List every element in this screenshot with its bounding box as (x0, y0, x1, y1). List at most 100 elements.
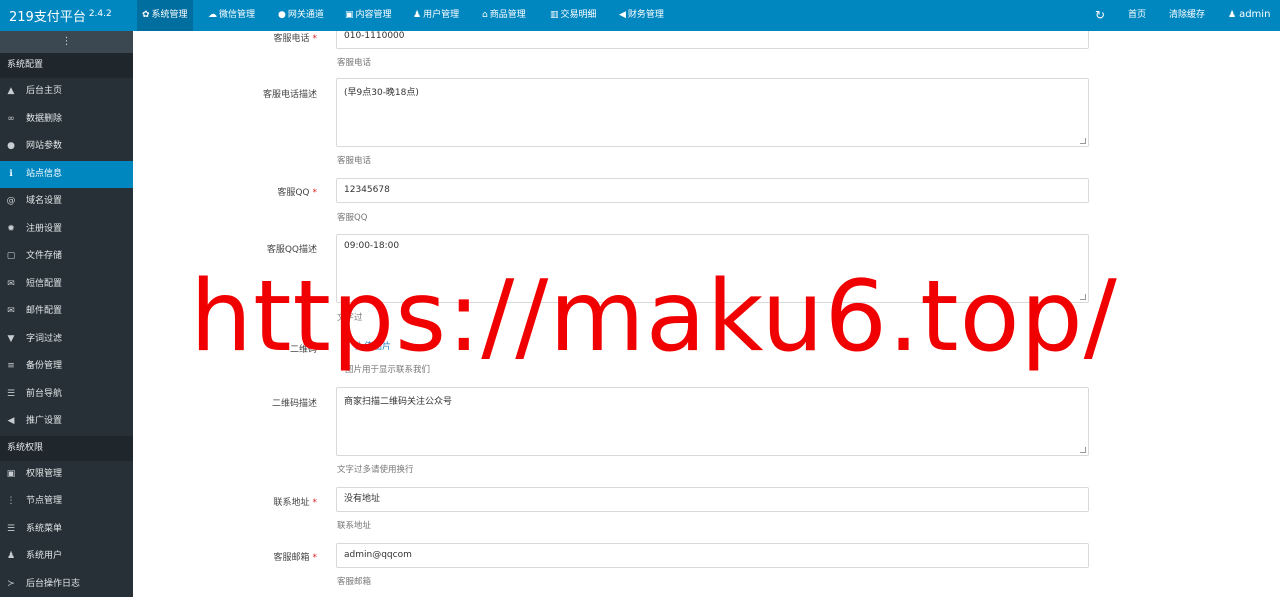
address-label: 联系地址 * (133, 495, 317, 508)
list-icon: ☰ (6, 523, 16, 534)
sidebar-item-label: 系统用户 (26, 551, 63, 561)
sidebar-item-label: 前台导航 (26, 388, 63, 399)
sidebar-item-label: 备份管理 (26, 361, 63, 371)
sidebar-item-oplog[interactable]: ≻ 后台操作日志 (0, 571, 133, 597)
top-menu-label: 网关通道 (287, 10, 324, 20)
top-menu-label: 商品管理 (489, 10, 526, 20)
phone-label-text: 客服电话 (273, 34, 310, 44)
required-mark: * (312, 553, 318, 563)
qrcode-desc-label: 二维码描述 (271, 399, 317, 409)
at-icon: @ (6, 196, 16, 206)
user-menu[interactable]: ♟ admin (1228, 0, 1270, 31)
address-help: 联系地址 (337, 521, 372, 531)
sidebar-item-label: 短信配置 (26, 278, 63, 289)
required-mark: * (312, 188, 318, 198)
sidebar-item-system-menu[interactable]: ☰ 系统菜单 (0, 516, 133, 544)
sidebar: ⋮ 系统配置 ▲ 后台主页 ∞ 数据删除 ● 网站参数 ℹ 站点信息 @ 域名设置 ✹ 注册… (0, 31, 133, 597)
gear-icon: ✿ (142, 10, 150, 20)
top-menu-transactions[interactable]: ▥ 交易明细 (545, 0, 602, 31)
content-icon: ▣ (345, 10, 354, 20)
sidebar-item-label: 权限管理 (26, 468, 63, 479)
brand-name: 219支付平台 (9, 10, 86, 25)
sidebar-item-sms[interactable]: ✉ 短信配置 (0, 271, 133, 299)
sidebar-item-backup[interactable]: ≡ 备份管理 (0, 353, 133, 381)
qq-input[interactable]: 12345678 (336, 178, 1089, 203)
phone-desc-label: 客服电话描述 (262, 90, 317, 100)
home-link[interactable]: 首页 (1128, 0, 1146, 31)
clear-cache-link[interactable]: 清除缓存 (1169, 0, 1205, 31)
top-menu-label: 用户管理 (423, 10, 460, 20)
sidebar-group-title: 系统权限 (0, 435, 133, 461)
envelope-icon: ✉ (7, 278, 15, 289)
terminal-icon: ≻ (7, 578, 15, 589)
qq-desc-label: 客服QQ描述 (266, 245, 317, 255)
sidebar-item-label: 域名设置 (26, 196, 63, 206)
gateway-icon: ● (278, 10, 286, 20)
sidebar-item-label: 后台操作日志 (26, 578, 81, 589)
sidebar-item-site-params[interactable]: ● 网站参数 (0, 133, 133, 161)
envelope-icon: ✉ (7, 306, 15, 316)
link-icon: ∞ (7, 113, 15, 124)
qrcode-desc-textarea[interactable]: 商家扫描二维码关注公众号 (336, 387, 1089, 456)
qrcode-desc-help: 文字过多请使用换行 (337, 465, 414, 475)
sidebar-toggle-icon[interactable]: ⋮ (0, 31, 133, 53)
sidebar-item-domain[interactable]: @ 域名设置 (0, 188, 133, 216)
brand-logo[interactable]: 219支付平台 2.4.2 (9, 6, 112, 25)
top-menu-gateway[interactable]: ● 网关通道 (273, 0, 329, 31)
top-menu-label: 微信管理 (219, 10, 256, 20)
sidebar-item-nodes[interactable]: ⋮ 节点管理 (0, 488, 133, 516)
sidebar-item-email[interactable]: ✉ 邮件配置 (0, 298, 133, 326)
sidebar-item-register[interactable]: ✹ 注册设置 (0, 216, 133, 244)
sidebar-item-word-filter[interactable]: ▼ 字词过滤 (0, 326, 133, 354)
info-icon: ℹ (9, 168, 13, 179)
sidebar-item-label: 节点管理 (26, 496, 63, 506)
top-menu-label: 交易明细 (560, 10, 597, 20)
sidebar-item-label: 系统菜单 (26, 523, 63, 534)
email-help: 客服邮箱 (337, 577, 372, 587)
sidebar-item-promotion[interactable]: ◀ 推广设置 (0, 408, 133, 436)
address-input[interactable]: 没有地址 (336, 487, 1089, 512)
top-menu-label: 内容管理 (355, 10, 392, 20)
user-name: admin (1239, 9, 1271, 20)
database-icon: ≡ (7, 361, 15, 371)
sidebar-item-site-info[interactable]: ℹ 站点信息 (0, 160, 133, 188)
users-icon: ♟ (6, 551, 16, 561)
top-menu-label: 财务管理 (627, 10, 664, 20)
menu-icon: ☰ (6, 388, 16, 399)
phone-desc-textarea[interactable]: (早9点30-晚18点) (336, 78, 1089, 147)
sidebar-item-label: 推广设置 (26, 416, 63, 426)
refresh-icon[interactable]: ↻ (1095, 0, 1105, 31)
save-icon: ▢ (6, 251, 16, 261)
bar-chart-icon: ▥ (550, 10, 559, 20)
sidebar-group-title: 系统配置 (0, 53, 133, 78)
sidebar-item-dashboard[interactable]: ▲ 后台主页 (0, 78, 133, 106)
cog-icon: ✹ (7, 223, 15, 234)
email-input[interactable]: admin@qqcom (336, 543, 1089, 568)
sidebar-item-permissions[interactable]: ▣ 权限管理 (0, 461, 133, 489)
top-menu-users[interactable]: ♟ 用户管理 (408, 0, 464, 31)
sidebar-item-label: 数据删除 (26, 113, 63, 124)
sidebar-item-system-users[interactable]: ♟ 系统用户 (0, 543, 133, 571)
sidebar-item-front-nav[interactable]: ☰ 前台导航 (0, 381, 133, 409)
top-menu-goods[interactable]: ⌂ 商品管理 (477, 0, 531, 31)
sidebar-item-data-delete[interactable]: ∞ 数据删除 (0, 106, 133, 134)
dots-icon: ⋮ (6, 496, 16, 506)
filter-icon: ▼ (7, 333, 15, 344)
area-chart-icon: ▲ (7, 86, 15, 96)
top-menu-wechat[interactable]: ☁ 微信管理 (203, 0, 260, 31)
top-menu-content[interactable]: ▣ 内容管理 (340, 0, 397, 31)
sidebar-item-storage[interactable]: ▢ 文件存储 (0, 243, 133, 271)
top-menu-finance[interactable]: ◀ 财务管理 (614, 0, 669, 31)
wechat-icon: ☁ (208, 10, 217, 20)
phone-desc-help: 客服电话 (337, 156, 372, 166)
users-icon: ♟ (413, 10, 422, 20)
phone-input[interactable]: 010-1110000 (336, 31, 1089, 49)
top-menu-system[interactable]: ✿ 系统管理 (137, 0, 193, 31)
email-label: 客服邮箱 * (133, 550, 317, 563)
top-navbar: 219支付平台 2.4.2 ✿ 系统管理 ☁ 微信管理 ● 网关通道 ▣ 内容管理 ♟ 用户… (0, 0, 1280, 31)
apple-icon: ● (7, 141, 15, 151)
sidebar-item-label: 注册设置 (26, 223, 63, 234)
qq-label: 客服QQ * (133, 185, 317, 198)
sidebar-item-label: 站点信息 (26, 168, 63, 179)
user-icon: ♟ (1228, 10, 1237, 20)
